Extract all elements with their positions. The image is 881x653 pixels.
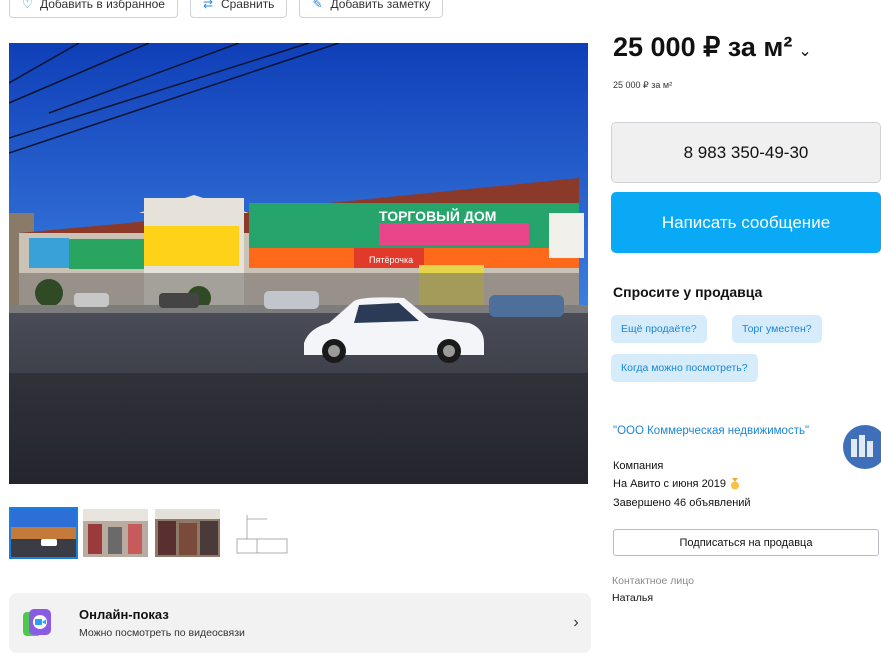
compare-label: Сравнить — [220, 0, 275, 11]
show-phone-button[interactable]: 8 983 350-49-30 — [611, 122, 881, 183]
write-message-button[interactable]: Написать сообщение — [611, 192, 881, 253]
quick-question-viewing[interactable]: Когда можно посмотреть? — [611, 354, 758, 382]
compare-icon: ⇄ — [202, 0, 214, 11]
seller-name-link[interactable]: "ООО Коммерческая недвижимость" — [613, 424, 823, 439]
seller-completed: Завершено 46 объявлений — [613, 497, 751, 509]
contact-person-name: Наталья — [612, 592, 654, 604]
subscribe-seller-button[interactable]: Подписаться на продавца — [613, 529, 879, 556]
medal-icon — [731, 478, 740, 490]
phone-number: 8 983 350-49-30 — [683, 142, 809, 162]
chevron-right-icon: › — [573, 614, 579, 631]
compare-button[interactable]: ⇄ Сравнить — [189, 0, 288, 18]
main-photo[interactable]: ТОРГОВЫЙ ДОМ Пятёрочка — [9, 43, 588, 484]
online-show-text: Онлайн-показ Можно посмотреть по видеосв… — [79, 607, 561, 639]
quick-question-bargain[interactable]: Торг уместен? — [732, 315, 822, 343]
add-note-button[interactable]: ✎ Добавить заметку — [299, 0, 444, 18]
heart-icon: ♡ — [22, 0, 33, 11]
online-show-card[interactable]: Онлайн-показ Можно посмотреть по видеосв… — [9, 593, 591, 653]
quick-question-still-selling[interactable]: Ещё продаёте? — [611, 315, 707, 343]
add-favorite-button[interactable]: ♡ Добавить в избранное — [9, 0, 178, 18]
subscribe-label: Подписаться на продавца — [679, 536, 813, 549]
price-selector[interactable]: 25 000 ₽ за м² ⌄ — [613, 32, 812, 63]
thumbnail-4[interactable] — [225, 507, 294, 559]
ask-seller-title: Спросите у продавца — [613, 284, 763, 300]
thumbnail-3[interactable] — [153, 507, 222, 559]
thumbnail-1[interactable] — [9, 507, 78, 559]
listing-toolbar: ♡ Добавить в избранное ⇄ Сравнить ✎ Доба… — [9, 0, 444, 18]
company-logo-icon — [851, 435, 873, 457]
thumbnail-strip — [9, 507, 294, 559]
photo-illustration: ТОРГОВЫЙ ДОМ Пятёрочка — [9, 43, 588, 484]
seller-since-text: На Авито с июня 2019 — [613, 478, 727, 490]
video-call-icon — [23, 609, 51, 636]
price-per-unit: 25 000 ₽ за м² — [613, 80, 673, 90]
store-sign: Пятёрочка — [369, 255, 413, 265]
building-sign: ТОРГОВЫЙ ДОМ — [379, 207, 496, 224]
seller-since: На Авито с июня 2019 — [613, 478, 741, 490]
add-note-label: Добавить заметку — [330, 0, 431, 11]
add-favorite-label: Добавить в избранное — [40, 0, 165, 11]
online-show-subtitle: Можно посмотреть по видеосвязи — [79, 627, 245, 639]
thumbnail-2[interactable] — [81, 507, 150, 559]
price-main: 25 000 ₽ за м² — [613, 32, 793, 62]
contact-person-label: Контактное лицо — [612, 575, 694, 587]
seller-type: Компания — [613, 460, 664, 472]
online-show-title: Онлайн-показ — [79, 607, 169, 622]
seller-avatar[interactable] — [843, 425, 881, 469]
chevron-down-icon: ⌄ — [798, 42, 812, 60]
write-message-label: Написать сообщение — [661, 212, 831, 232]
note-icon: ✎ — [312, 0, 323, 11]
